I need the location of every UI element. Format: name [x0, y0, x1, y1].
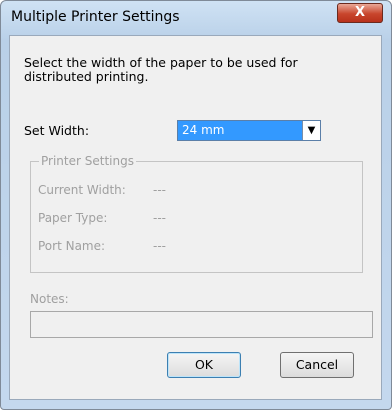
current-width-value: ---	[153, 183, 166, 197]
set-width-dropdown[interactable]: 24 mm ▼	[177, 120, 321, 141]
dialog-window: Multiple Printer Settings X Select the w…	[0, 0, 392, 410]
close-button[interactable]: X	[337, 3, 383, 23]
printer-settings-title: Printer Settings	[39, 154, 136, 168]
dialog-body: Select the width of the paper to be used…	[9, 35, 382, 400]
chevron-down-icon: ▼	[307, 125, 316, 136]
window-title: Multiple Printer Settings	[11, 9, 180, 25]
description-text: Select the width of the paper to be used…	[24, 55, 298, 84]
paper-type-label: Paper Type:	[38, 211, 108, 225]
notes-label: Notes:	[30, 292, 69, 306]
close-icon: X	[354, 5, 366, 20]
paper-type-value: ---	[153, 211, 166, 225]
notes-field	[30, 311, 373, 338]
cancel-button[interactable]: Cancel	[280, 352, 354, 378]
current-width-label: Current Width:	[38, 183, 126, 197]
dropdown-arrow-button[interactable]: ▼	[302, 121, 320, 140]
port-name-value: ---	[153, 239, 166, 253]
set-width-selected-value: 24 mm	[182, 123, 225, 137]
port-name-label: Port Name:	[38, 239, 106, 253]
set-width-label: Set Width:	[24, 123, 90, 138]
ok-button[interactable]: OK	[167, 352, 241, 378]
title-bar[interactable]: Multiple Printer Settings X	[1, 1, 391, 35]
